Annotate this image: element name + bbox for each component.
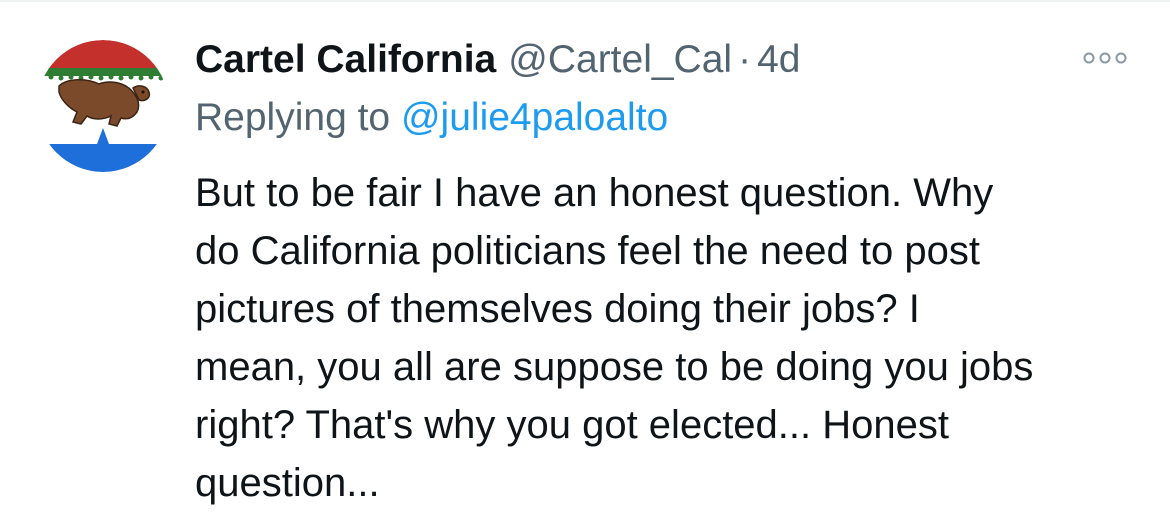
california-bear-flag-avatar-icon — [37, 40, 169, 172]
more-horizontal-icon — [1083, 52, 1127, 64]
avatar[interactable] — [37, 40, 169, 172]
tweet-text: But to be fair I have an honest question… — [195, 171, 1034, 505]
replying-to-handle-link[interactable]: @julie4paloalto — [401, 96, 668, 139]
user-handle[interactable]: @Cartel_Cal — [508, 34, 732, 86]
tweet-timestamp[interactable]: 4d — [757, 34, 800, 86]
replying-to-line: Replying to @julie4paloalto — [195, 92, 1145, 144]
separator-dot: · — [738, 38, 752, 81]
display-name[interactable]: Cartel California — [195, 34, 496, 86]
tweet-header: Cartel California @Cartel_Cal · 4d — [195, 34, 1145, 86]
more-options-button[interactable] — [1080, 38, 1130, 78]
replying-to-label: Replying to — [195, 96, 391, 139]
top-divider — [0, 0, 1170, 2]
tweet-body: Cartel California @Cartel_Cal · 4d Reply… — [195, 34, 1145, 512]
